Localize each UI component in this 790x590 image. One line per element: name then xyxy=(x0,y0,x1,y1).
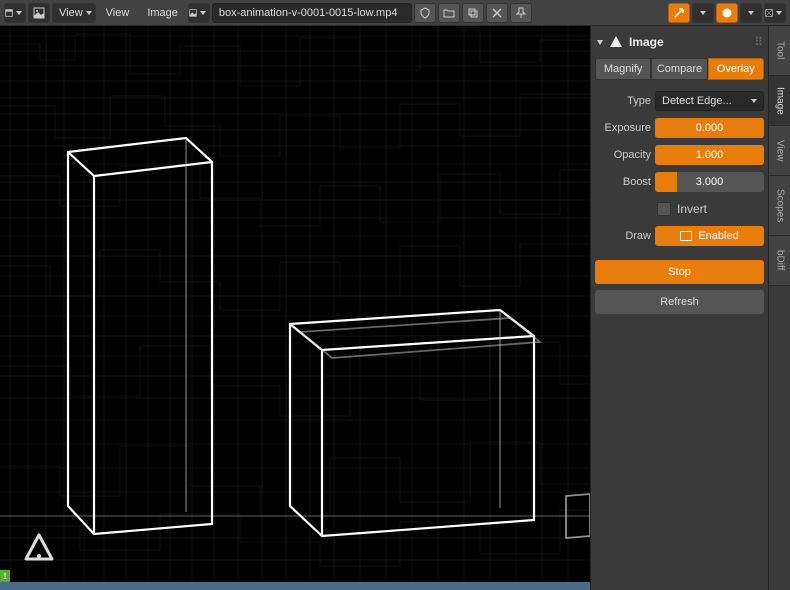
nav-arrow-dropdown[interactable] xyxy=(692,3,714,23)
image-slot-dropdown[interactable] xyxy=(188,3,210,23)
properties-panel: Image ⠿ Magnify Compare Overlay Type Det… xyxy=(590,26,768,590)
vtab-scopes[interactable]: Scopes xyxy=(769,176,790,236)
panel-header[interactable]: Image ⠿ xyxy=(595,30,764,54)
tab-magnify[interactable]: Magnify xyxy=(595,58,651,80)
exposure-label: Exposure xyxy=(595,122,651,134)
vtab-tool[interactable]: Tool xyxy=(769,26,790,76)
editor-type-dropdown[interactable] xyxy=(4,3,26,23)
image-menu[interactable]: Image xyxy=(139,7,186,19)
stop-button[interactable]: Stop xyxy=(595,260,764,284)
nav-arrow-button[interactable] xyxy=(668,3,690,23)
file-name-field[interactable]: box-animation-v-0001-0015-low.mp4 xyxy=(212,3,412,23)
vtab-image[interactable]: Image xyxy=(769,76,790,126)
draw-toggle[interactable]: Enabled xyxy=(655,226,764,246)
draw-label: Draw xyxy=(595,230,651,242)
shield-icon-button[interactable] xyxy=(414,3,436,23)
folder-icon-button[interactable] xyxy=(438,3,460,23)
opacity-label: Opacity xyxy=(595,149,651,161)
app-logo-icon xyxy=(22,532,56,566)
refresh-button[interactable]: Refresh xyxy=(595,290,764,314)
type-label: Type xyxy=(595,95,651,107)
invert-label: Invert xyxy=(677,202,707,216)
close-icon-button[interactable] xyxy=(486,3,508,23)
boost-label: Boost xyxy=(595,176,651,188)
draw-value: Enabled xyxy=(698,230,738,242)
status-indicator: 1 xyxy=(0,570,10,582)
opacity-field[interactable]: 1.000 xyxy=(655,145,764,165)
image-icon-button[interactable] xyxy=(28,3,50,23)
vtab-view[interactable]: View xyxy=(769,126,790,176)
exposure-field[interactable]: 0.000 xyxy=(655,118,764,138)
view-menu[interactable]: View xyxy=(98,7,138,19)
top-toolbar: View View Image box-animation-v-0001-001… xyxy=(0,0,790,26)
panel-tabs: Magnify Compare Overlay xyxy=(595,58,764,80)
overlay-sphere-button[interactable] xyxy=(716,3,738,23)
timeline-bar[interactable] xyxy=(0,582,590,590)
grip-icon[interactable]: ⠿ xyxy=(754,35,762,49)
tab-overlay[interactable]: Overlay xyxy=(708,58,764,80)
invert-checkbox-row[interactable]: Invert xyxy=(655,202,764,216)
monitor-icon xyxy=(680,231,692,241)
vertical-tabs: Tool Image View Scopes bDiff xyxy=(768,26,790,590)
panel-logo-icon xyxy=(609,35,623,49)
pin-icon-button[interactable] xyxy=(510,3,532,23)
overlay-sphere-dropdown[interactable] xyxy=(740,3,762,23)
vtab-bdiff[interactable]: bDiff xyxy=(769,236,790,286)
tab-compare[interactable]: Compare xyxy=(651,58,707,80)
chevron-down-icon xyxy=(597,40,603,45)
view-dropdown[interactable]: View xyxy=(52,3,96,23)
image-viewport[interactable]: 1 xyxy=(0,26,590,590)
invert-checkbox[interactable] xyxy=(657,202,671,216)
boost-field[interactable]: 3.000 xyxy=(655,172,764,192)
panel-title: Image xyxy=(629,35,664,49)
type-select[interactable]: Detect Edge... xyxy=(655,91,764,111)
display-mode-dropdown[interactable] xyxy=(764,3,786,23)
duplicate-icon-button[interactable] xyxy=(462,3,484,23)
